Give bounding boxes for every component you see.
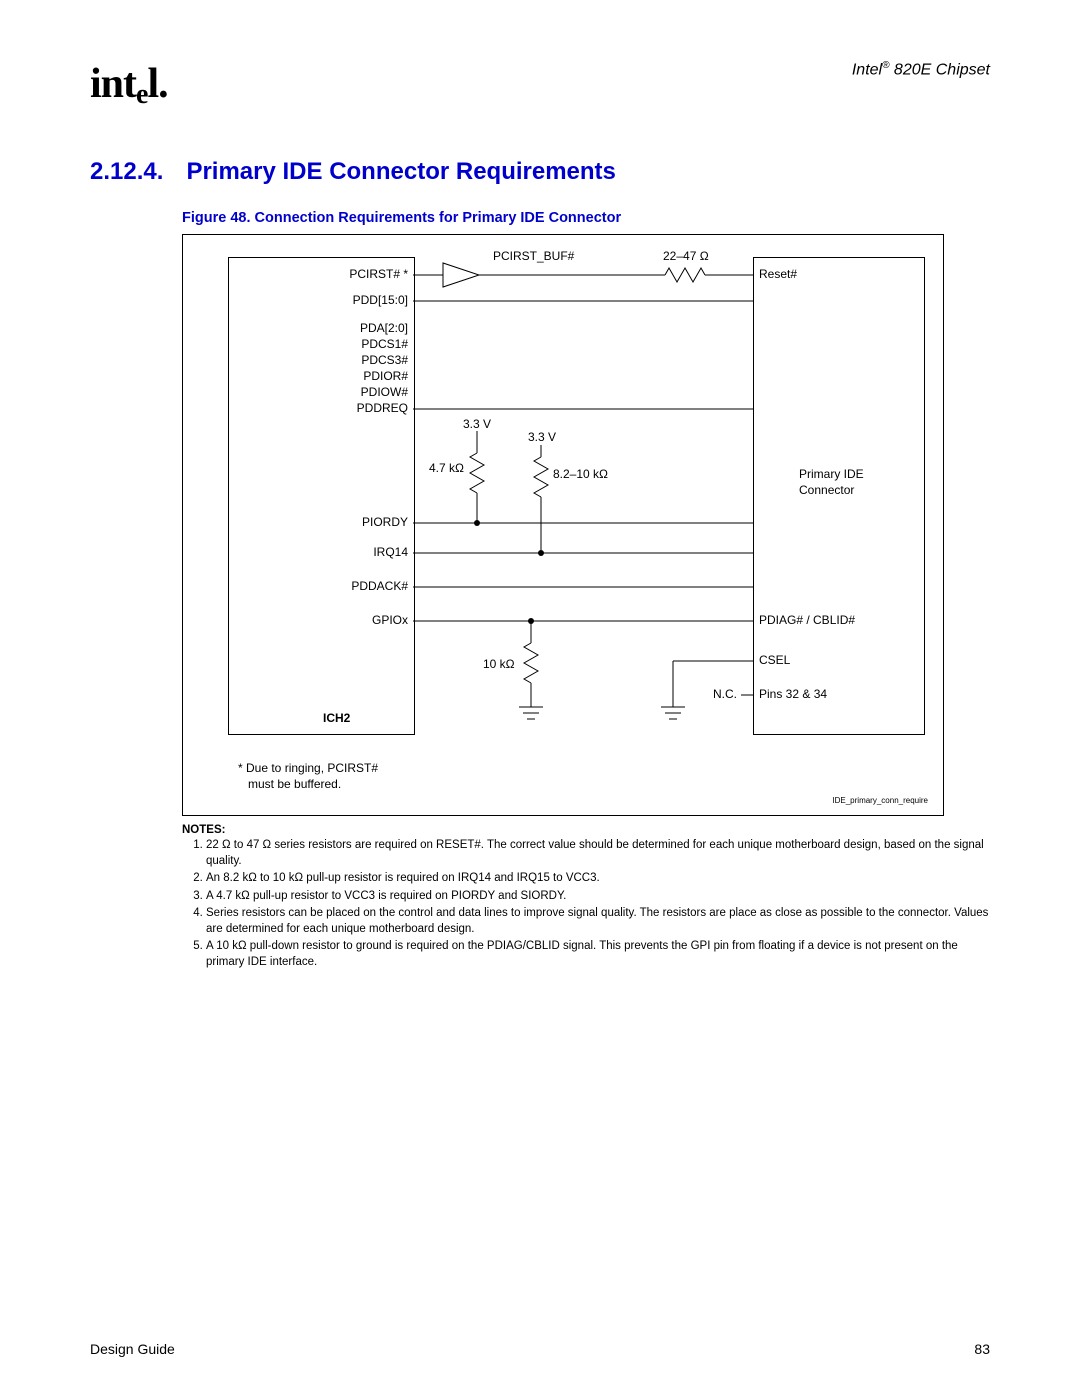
note-item: 22 Ω to 47 Ω series resistors are requir… xyxy=(206,838,990,869)
section-heading: 2.12.4. Primary IDE Connector Requiremen… xyxy=(90,158,990,186)
notes-block: NOTES: 22 Ω to 47 Ω series resistors are… xyxy=(182,824,990,970)
note-item: An 8.2 kΩ to 10 kΩ pull-up resistor is r… xyxy=(206,871,990,887)
intel-logo: intel. xyxy=(90,60,168,108)
notes-list: 22 Ω to 47 Ω series resistors are requir… xyxy=(182,838,990,970)
note-item: Series resistors can be placed on the co… xyxy=(206,906,990,937)
footer-left: Design Guide xyxy=(90,1341,175,1357)
notes-heading: NOTES: xyxy=(182,824,990,836)
figure-caption: Figure 48. Connection Requirements for P… xyxy=(182,210,990,226)
section-title: Primary IDE Connector Requirements xyxy=(186,158,615,186)
schematic-diagram: PCIRST# * PDD[15:0] PDA[2:0] PDCS1# PDCS… xyxy=(182,234,944,816)
note-item: A 4.7 kΩ pull-up resistor to VCC3 is req… xyxy=(206,889,990,905)
doc-title-prefix: Intel xyxy=(852,61,882,78)
wiring-svg xyxy=(183,235,943,815)
page-footer: Design Guide 83 xyxy=(90,1341,990,1357)
footer-page-number: 83 xyxy=(974,1341,990,1357)
section-number: 2.12.4. xyxy=(90,158,182,186)
page-header: intel. Intel® 820E Chipset xyxy=(90,60,990,108)
doc-title-suffix: 820E Chipset xyxy=(889,61,990,78)
document-title: Intel® 820E Chipset xyxy=(852,60,990,79)
note-item: A 10 kΩ pull-down resistor to ground is … xyxy=(206,939,990,970)
